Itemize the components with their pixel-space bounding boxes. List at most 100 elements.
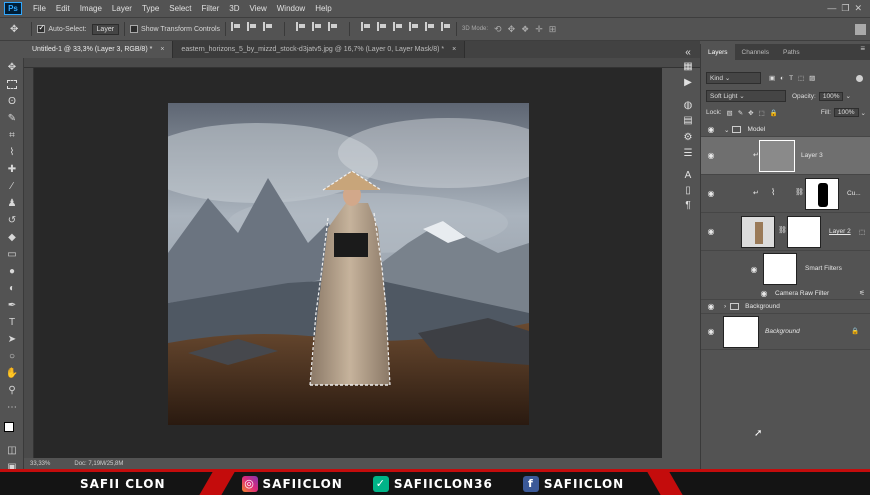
lock-icons[interactable]: ▧✎✥⬚🔒 [727,109,783,117]
chevron-right-icon[interactable]: › [724,303,726,310]
menu-image[interactable]: Image [75,4,107,13]
eye-icon[interactable]: ◉ [706,327,716,336]
history-icon[interactable]: ▦ [681,60,695,72]
instagram-handle[interactable]: ◎ SAFIICLON [241,475,343,492]
eye-icon[interactable]: ◉ [749,265,759,274]
window-controls[interactable]: — ❐ ✕ [827,3,862,14]
layer-background[interactable]: ◉ Background 🔒 [701,314,870,350]
adjustments-icon[interactable]: ◍ [681,99,695,111]
align-buttons[interactable] [231,22,451,36]
filter-icons[interactable]: ▣◐T⬚▨ [769,74,820,82]
lasso-icon[interactable]: ʘ [4,94,20,108]
smart-filter-mask-thumbnail [763,253,797,285]
menu-bar: Ps File Edit Image Layer Type Select Fil… [0,0,870,17]
play-icon[interactable]: ▶ [681,76,695,88]
document-canvas[interactable] [168,103,529,425]
menu-file[interactable]: File [28,4,51,13]
eyedropper-icon[interactable]: ⌇ [4,145,20,159]
eye-icon[interactable]: ◉ [706,227,716,236]
menu-edit[interactable]: Edit [51,4,75,13]
menu-select[interactable]: Select [164,4,196,13]
chevron-down-icon[interactable]: ⌄ [724,126,729,134]
panel-menu-icon[interactable]: ≡ [860,44,865,60]
stamp-icon[interactable]: ♟ [4,196,20,210]
brush-icon[interactable]: ∕ [4,179,20,193]
kind-filter-dropdown[interactable]: Kind ⌄ [706,72,761,84]
layer-group-background[interactable]: ◉ › Background [701,300,870,314]
crop-icon[interactable]: ⌗ [4,128,20,142]
marquee-icon[interactable] [4,77,20,91]
menu-filter[interactable]: Filter [197,4,225,13]
move-icon[interactable]: ✥ [4,60,20,74]
blur-icon[interactable]: ● [4,264,20,278]
eye-icon[interactable]: ◉ [706,151,716,160]
eye-icon[interactable]: ◉ [706,189,716,198]
path-select-icon[interactable]: ➤ [4,332,20,346]
paragraph-icon[interactable]: ¶ [681,199,695,211]
toolbox: ✥ ʘ ✎ ⌗ ⌇ ✚ ∕ ♟ ↺ ◆ ▭ ● ◐ ✒ T ➤ ○ ✋ ⚲ ⋯ … [0,58,24,478]
tab-paths[interactable]: Paths [776,44,807,60]
shape-icon[interactable]: ○ [4,349,20,363]
history-brush-icon[interactable]: ↺ [4,213,20,227]
hand-icon[interactable]: ✋ [4,366,20,380]
eraser-icon[interactable]: ◆ [4,230,20,244]
menu-3d[interactable]: 3D [224,4,244,13]
gradient-icon[interactable]: ▭ [4,247,20,261]
layer-layer-3[interactable]: ◉ ↵ Layer 3 [701,137,870,175]
zoom-icon[interactable]: ⚲ [4,383,20,397]
zoom-level[interactable]: 33,33% [30,461,50,467]
foreground-color-swatch[interactable] [4,422,14,432]
tab-eastern-horizons[interactable]: eastern_horizons_5_by_mizzd_stock-d3jatv… [173,41,466,58]
transform-controls-checkbox[interactable] [130,25,139,33]
distribute-icon [393,22,403,31]
chevron-down-icon[interactable]: ⌄ [845,92,850,100]
eye-icon[interactable]: ◉ [759,289,769,298]
facebook-handle[interactable]: f SAFIICLON [522,475,624,492]
eye-icon[interactable]: ◉ [706,125,716,134]
paragraph-styles-icon[interactable]: ▯ [681,184,695,196]
layer-layer-2[interactable]: ◉ ⛓ Layer 2 ⬚ [701,213,870,251]
chevron-down-icon[interactable]: ⌄ [861,109,866,117]
options-bar: ✥ Auto-Select: Layer Show Transform Cont… [0,17,870,41]
move-tool-icon[interactable]: ✥ [10,24,18,35]
fill-input[interactable]: 100% [833,108,859,117]
close-icon[interactable]: × [452,46,456,53]
tab-untitled-1[interactable]: Untitled-1 @ 33,3% (Layer 3, RGB/8) * × [24,41,174,58]
type-icon[interactable]: T [4,315,20,329]
dodge-icon[interactable]: ◐ [4,281,20,295]
quick-mask-icon[interactable]: ◫ [4,443,20,457]
character-icon[interactable]: A [681,169,695,181]
opacity-input[interactable]: 100% [818,91,844,101]
workspace-icon[interactable] [855,23,866,35]
folder-icon [730,303,740,310]
menu-type[interactable]: Type [137,4,164,13]
properties-icon[interactable]: ☰ [681,147,695,159]
layer-group-model[interactable]: ◉ ⌄ Model [701,123,870,137]
close-icon[interactable]: × [160,46,164,53]
filter-toggle-icon[interactable] [856,74,863,82]
color-icon[interactable]: ▤ [681,114,695,126]
tab-layers[interactable]: Layers [701,44,735,60]
healing-icon[interactable]: ✚ [4,162,20,176]
collapse-panels-icon[interactable]: « [681,46,695,58]
camera-raw-filter-row[interactable]: ◉ Camera Raw Filter ⚟ [701,287,870,300]
layer-curves[interactable]: ◉ ↵ ⌇ ⛓ Cu... [701,175,870,213]
smart-filters-row[interactable]: ◉ Smart Filters [701,251,870,287]
menu-help[interactable]: Help [310,4,336,13]
menu-window[interactable]: Window [272,4,310,13]
quick-select-icon[interactable]: ✎ [4,111,20,125]
filter-options-icon[interactable]: ⚟ [859,289,865,297]
3d-mode-icons[interactable]: ⟲✥❖✛⊞ [494,24,562,35]
vine-handle[interactable]: ✓ SAFIICLON36 [372,475,493,492]
more-tools-icon[interactable]: ⋯ [4,400,20,414]
menu-layer[interactable]: Layer [107,4,137,13]
tab-channels[interactable]: Channels [735,44,776,60]
auto-select-checkbox[interactable] [37,23,46,33]
menu-view[interactable]: View [245,4,272,13]
blend-mode-dropdown[interactable]: Soft Light ⌄ [706,90,786,102]
brush-settings-icon[interactable]: ⚙ [681,131,695,143]
pen-icon[interactable]: ✒ [4,298,20,312]
filter-name: Camera Raw Filter [775,289,830,297]
auto-select-dropdown[interactable]: Layer [91,23,120,35]
eye-icon[interactable]: ◉ [706,302,716,311]
